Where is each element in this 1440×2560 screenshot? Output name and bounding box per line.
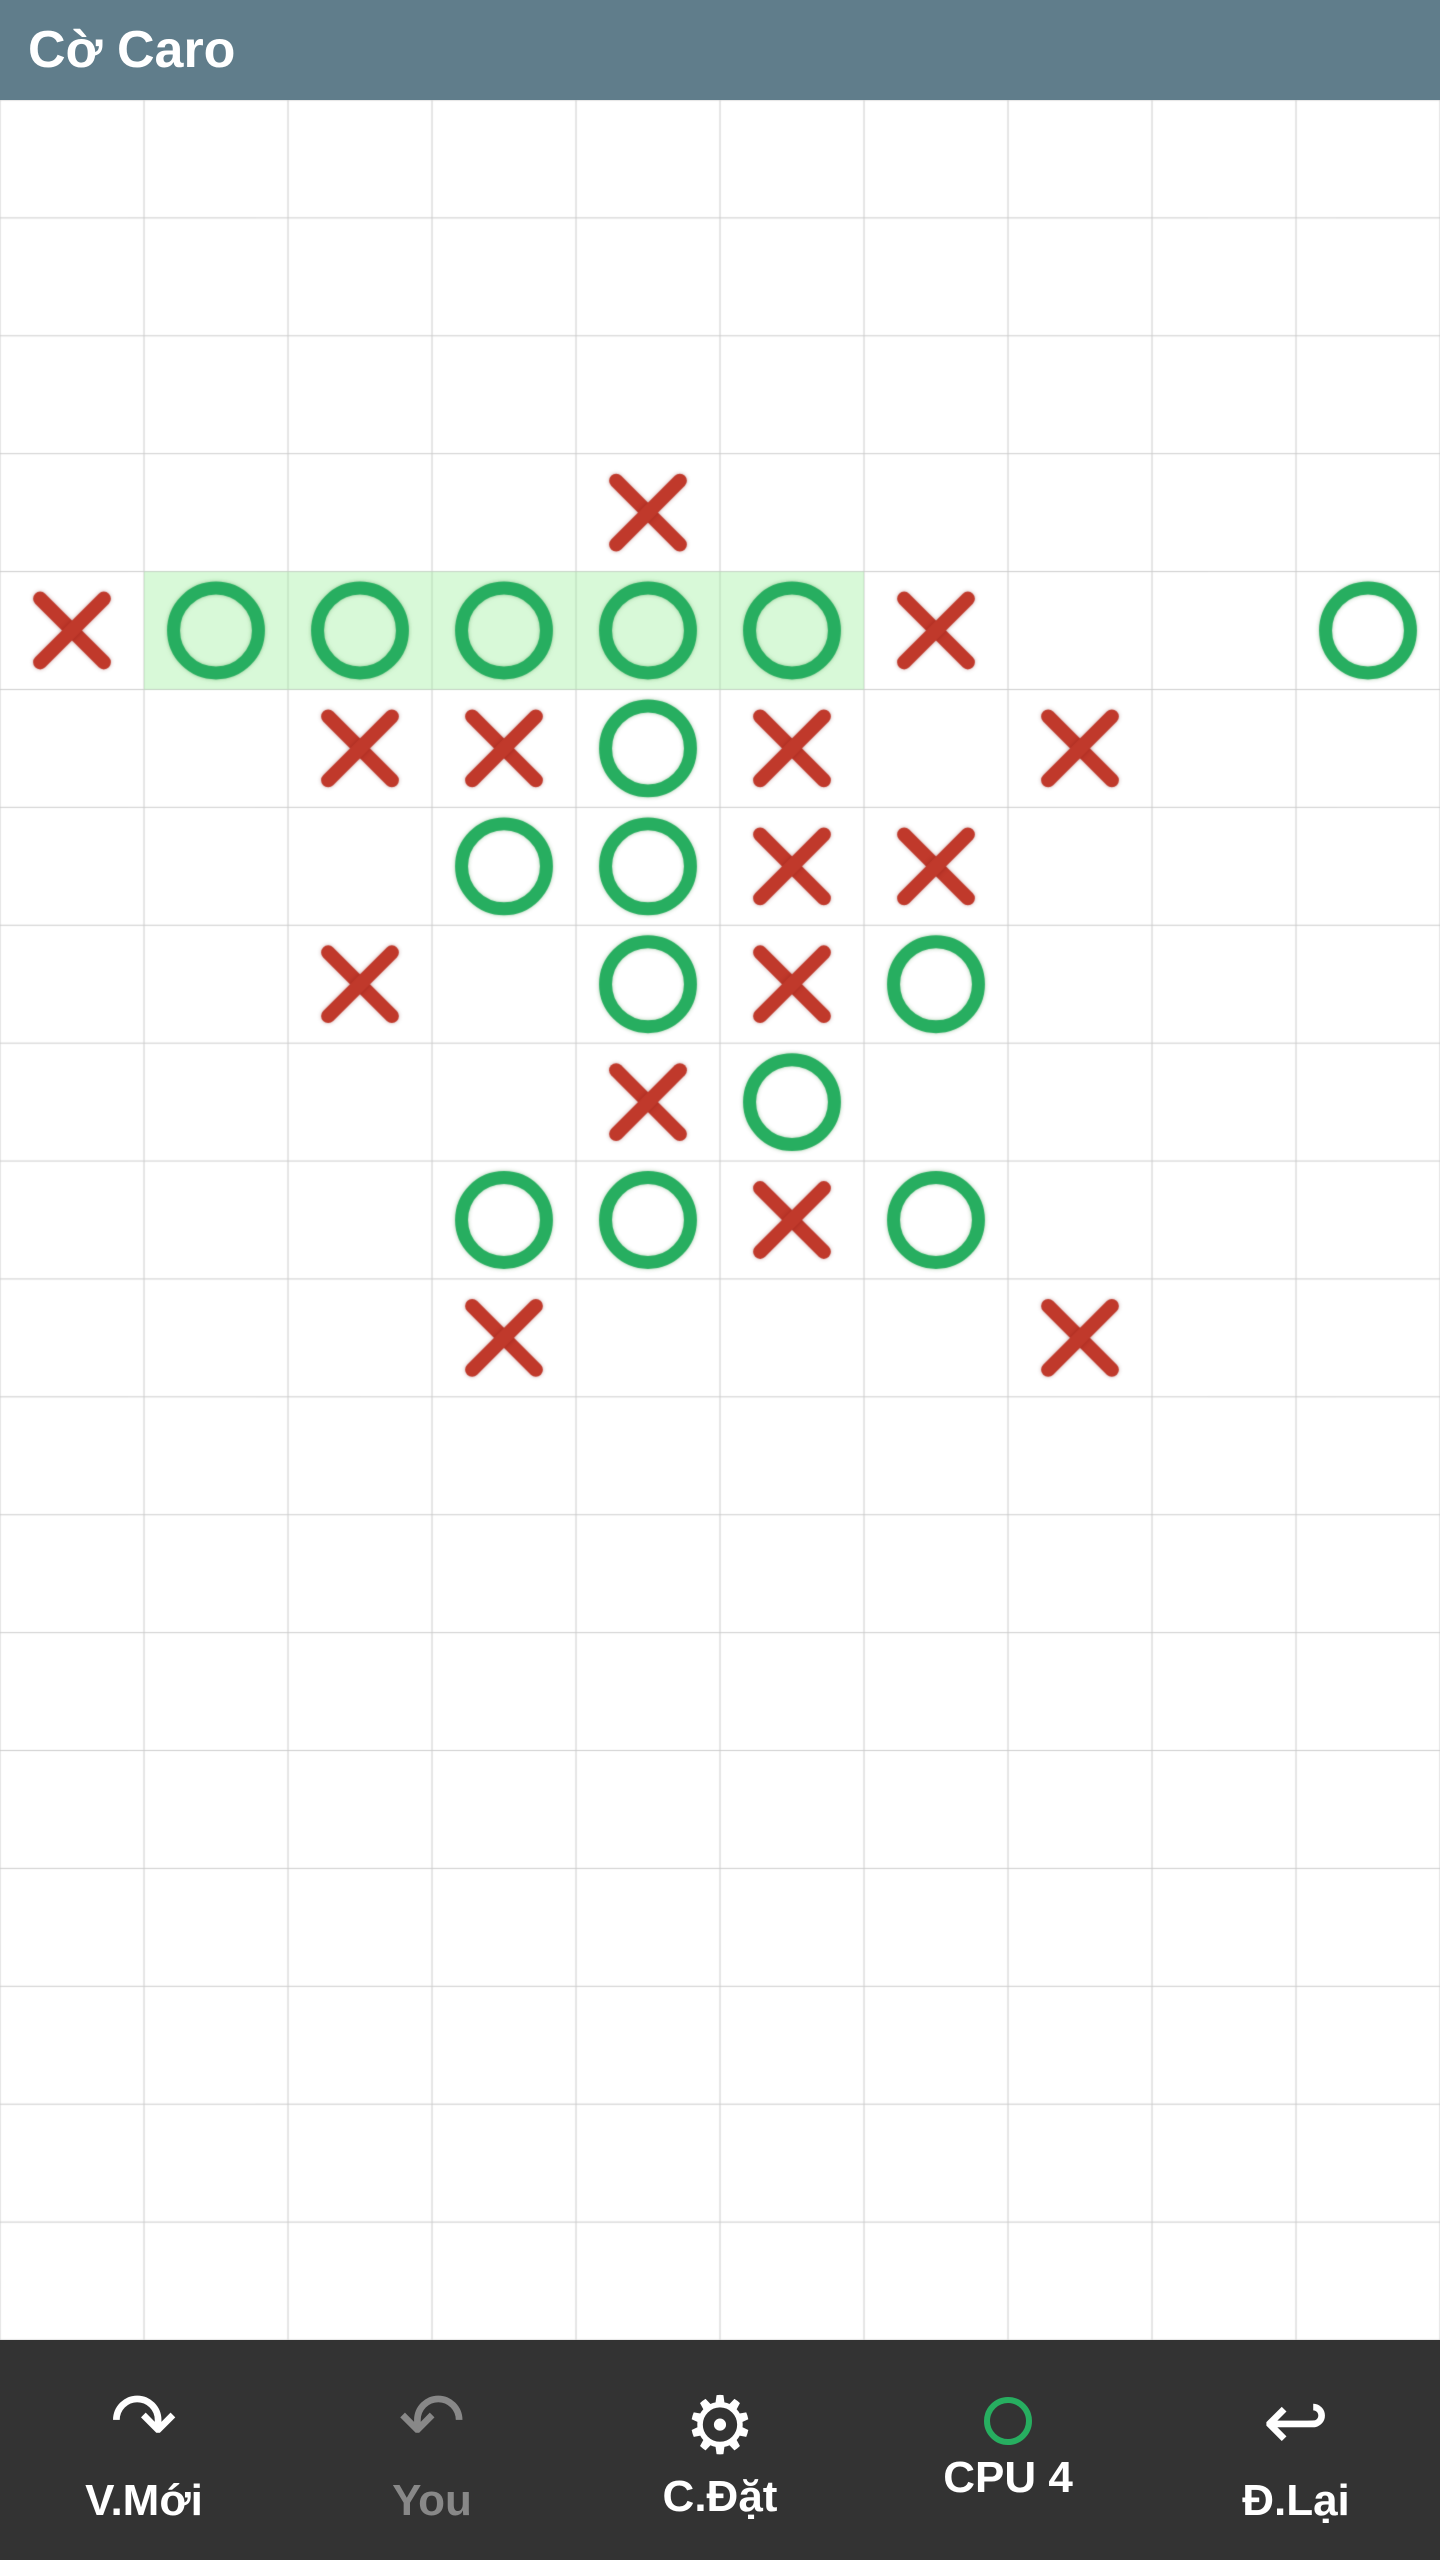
undo-icon: ↩ [1262,2375,1329,2468]
cpu-label: CPU 4 [943,2453,1073,2503]
new-game-icon: ↶ [110,2375,177,2468]
new-game-button[interactable]: ↶ V.Mới [44,2375,244,2526]
cpu-button[interactable]: CPU 4 [908,2397,1108,2503]
board-container[interactable] [0,100,1440,2340]
gear-icon: ⚙ [684,2379,756,2472]
you-button: ↶ You [332,2375,532,2526]
new-game-label: V.Mới [85,2476,203,2526]
undo-label: Đ.Lại [1242,2476,1350,2526]
settings-button[interactable]: ⚙ C.Đặt [620,2379,820,2522]
you-label: You [392,2476,472,2526]
settings-label: C.Đặt [663,2472,778,2522]
app-title: Cờ Caro [28,20,235,80]
undo-button[interactable]: ↩ Đ.Lại [1196,2375,1396,2526]
game-board[interactable] [0,100,1440,2340]
app: Cờ Caro ↶ V.Mới ↶ You ⚙ C.Đặt CPU 4 ↩ Đ.… [0,0,1440,2560]
bottom-bar: ↶ V.Mới ↶ You ⚙ C.Đặt CPU 4 ↩ Đ.Lại [0,2340,1440,2560]
you-icon: ↶ [398,2375,465,2468]
cpu-circle-icon [984,2397,1032,2445]
title-bar: Cờ Caro [0,0,1440,100]
